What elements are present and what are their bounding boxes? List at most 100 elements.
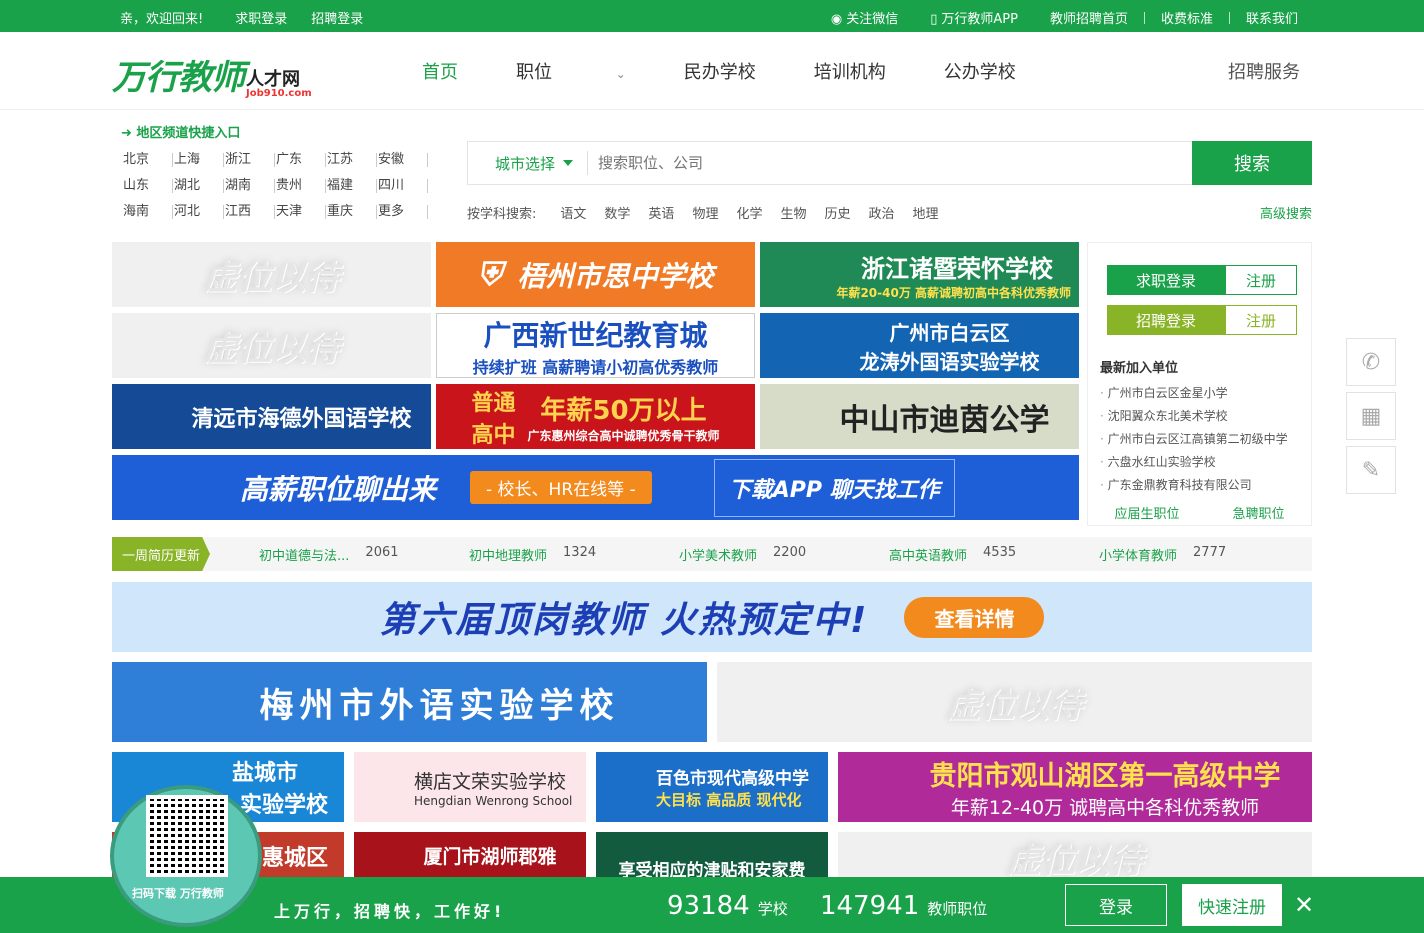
new-unit-item[interactable]: 广州市白云区金星小学 [1100, 382, 1311, 405]
search-input[interactable] [588, 143, 1192, 183]
edit-icon[interactable]: ✎ [1346, 446, 1396, 494]
weekly-item[interactable]: 小学体育教师 2777 [1099, 545, 1309, 564]
ad-top-teacher[interactable]: 第六届顶岗教师 火热预定中! 查看详情 [112, 582, 1312, 652]
new-unit-item[interactable]: 六盘水红山实验学校 [1100, 451, 1311, 474]
site-logo[interactable]: 万行教师 人才网 Job910.com [112, 50, 312, 99]
qr-caption: 扫码下载 万行教师 [132, 887, 224, 900]
teacher-recruit-home-link[interactable]: 教师招聘首页 [1034, 8, 1144, 27]
vacant-ad[interactable]: 虚位以待 [838, 832, 1312, 882]
region-city-link[interactable]: 重庆 [326, 205, 377, 219]
subject-search-label: 按学科搜索: [467, 207, 537, 222]
subject-link[interactable]: 历史 [824, 203, 850, 222]
new-units-list: 广州市白云区金星小学沈阳翼众东北美术学校广州市白云区江高镇第二初级中学六盘水红山… [1100, 382, 1311, 497]
app-link[interactable]: ▯ 万行教师APP [914, 8, 1034, 27]
view-details-button[interactable]: 查看详情 [904, 596, 1045, 638]
nav-jobs[interactable]: 职位 ⌄ [516, 58, 626, 84]
weekly-item-name: 小学体育教师 [1099, 548, 1178, 564]
region-city-link[interactable]: 上海 [173, 153, 224, 167]
nav-training[interactable]: 培训机构 [814, 58, 886, 84]
fees-link[interactable]: 收费标准 [1145, 8, 1229, 27]
recruiter-login-link[interactable]: 招聘登录 [299, 8, 375, 27]
weekly-item[interactable]: 高中英语教师 4535 [889, 545, 1099, 564]
nav-public-schools[interactable]: 公办学校 [944, 58, 1016, 84]
phone-icon[interactable]: ✆ [1346, 338, 1396, 386]
weekly-item[interactable]: 小学美术教师 2200 [679, 545, 889, 564]
subject-link[interactable]: 物理 [692, 203, 718, 222]
vacant-ad[interactable]: 虚位以待 [112, 313, 431, 378]
urgent-jobs-link[interactable]: 急聘职位 [1232, 503, 1284, 522]
ad-qingyuan[interactable]: 清远市海德外国语学校 [112, 384, 431, 449]
ad-baiyun[interactable]: 广州市白云区 龙涛外国语实验学校 [760, 313, 1079, 378]
ad-huizhou[interactable]: 普通 高中 年薪50万以上 广东惠州综合高中诚聘优秀骨干教师 [436, 384, 755, 449]
search-button[interactable]: 搜索 [1192, 141, 1312, 185]
vacant-ad[interactable]: 虚位以待 [717, 662, 1312, 742]
subject-link[interactable]: 化学 [736, 203, 762, 222]
nav-home[interactable]: 首页 [422, 58, 458, 84]
subject-link[interactable]: 地理 [913, 203, 939, 222]
weekly-resume-updates: 一周简历更新 初中道德与法... 2061 初中地理教师 1324 小学美术教师 2200… [112, 537, 1312, 571]
recruiter-login-button[interactable]: 招聘登录 [1107, 305, 1225, 335]
weekly-item-count: 1324 [563, 544, 597, 560]
region-city-link[interactable]: 广东 [275, 153, 326, 167]
region-city-link[interactable]: 贵州 [275, 179, 326, 193]
job-seeker-login-link[interactable]: 求职登录 [223, 8, 299, 27]
graduate-jobs-link[interactable]: 应届生职位 [1114, 503, 1179, 522]
subject-link[interactable]: 英语 [648, 203, 674, 222]
region-city-link[interactable]: 河北 [173, 205, 224, 219]
quick-register-button[interactable]: 快速注册 [1182, 884, 1282, 926]
ad-wuzhou[interactable]: ⛨ 梧州市思中学校 [436, 242, 755, 307]
region-city-link[interactable]: 湖北 [173, 179, 224, 193]
subject-link[interactable]: 生物 [780, 203, 806, 222]
region-city-link[interactable]: 安徽 [377, 153, 428, 167]
region-city-link[interactable]: 山东 [122, 179, 173, 193]
new-unit-item[interactable]: 广州市白云区江高镇第二初级中学 [1100, 428, 1311, 451]
region-city-link[interactable]: 北京 [122, 153, 173, 167]
subject-link[interactable]: 语文 [560, 203, 586, 222]
ad-xiamen[interactable]: 厦门市湖师郡雅 [354, 832, 586, 882]
region-city-link[interactable]: 海南 [122, 205, 173, 219]
ad-hengdian[interactable]: 横店文荣实验学校 Hengdian Wenrong School [354, 752, 586, 822]
recruit-service-link[interactable]: 招聘服务 [1228, 58, 1300, 84]
subject-search: 按学科搜索: 语文 数学 英语 物理 化学 生物 历史 政治 地理 [467, 203, 957, 222]
new-units-title: 最新加入单位 [1100, 361, 1179, 376]
ad-app-download[interactable]: 高薪职位聊出来 - 校长、HR在线等 - 下载APP 聊天找工作 [112, 455, 1079, 520]
app-qr-bubble[interactable]: 扫码下载 万行教师 [110, 785, 262, 927]
weekly-item[interactable]: 初中地理教师 1324 [469, 545, 679, 564]
wechat-icon: ◉ [830, 12, 843, 27]
vacant-ad[interactable]: 虚位以待 [112, 242, 431, 307]
region-city-link[interactable]: 福建 [326, 179, 377, 193]
region-city-link[interactable]: 湖南 [224, 179, 275, 193]
job-seeker-login-button[interactable]: 求职登录 [1107, 265, 1225, 295]
region-city-link[interactable]: 四川 [377, 179, 428, 193]
ad-zhongshan[interactable]: 中山市迪茵公学 [760, 384, 1079, 449]
close-icon[interactable]: ✕ [1294, 891, 1314, 919]
subject-link[interactable]: 政治 [869, 203, 895, 222]
ad-guangxi[interactable]: 广西新世纪教育城 持续扩班 高薪聘请小初高优秀教师 [436, 313, 755, 378]
ad-meizhou[interactable]: 梅州市外语实验学校 [112, 662, 707, 742]
weekly-item-name: 初中地理教师 [469, 548, 548, 564]
subject-link[interactable]: 数学 [604, 203, 630, 222]
bottom-login-button[interactable]: 登录 [1065, 884, 1167, 926]
job-seeker-register-button[interactable]: 注册 [1225, 265, 1297, 295]
region-city-link[interactable]: 江西 [224, 205, 275, 219]
weekly-item[interactable]: 初中道德与法... 2061 [259, 545, 469, 564]
region-city-link[interactable]: 浙江 [224, 153, 275, 167]
new-unit-item[interactable]: 广东金鼎教育科技有限公司 [1100, 474, 1311, 497]
ad-allowance[interactable]: 享受相应的津贴和安家费 [596, 832, 828, 882]
ad-zhuji[interactable]: 浙江诸暨荣怀学校 年薪20-40万 高薪诚聘初高中各科优秀教师 [760, 242, 1079, 307]
contact-link[interactable]: 联系我们 [1230, 8, 1314, 27]
advanced-search-link[interactable]: 高级搜索 [1260, 203, 1312, 222]
qr-code-icon[interactable]: ▦ [1346, 392, 1396, 440]
welcome-text: 亲，欢迎回来! [120, 12, 204, 27]
recruiter-register-button[interactable]: 注册 [1225, 305, 1297, 335]
region-city-link[interactable]: 天津 [275, 205, 326, 219]
wechat-link[interactable]: ◉ 关注微信 [815, 8, 914, 27]
nav-private-schools[interactable]: 民办学校 [684, 58, 756, 84]
ad-guiyang[interactable]: 贵阳市观山湖区第一高级中学 年薪12-40万 诚聘高中各科优秀教师 [838, 752, 1312, 822]
jobs-stat: 147941 教师职位 [820, 891, 988, 921]
region-city-link[interactable]: 江苏 [326, 153, 377, 167]
ad-baise[interactable]: 百色市现代高级中学 大目标 高品质 现代化 [596, 752, 828, 822]
region-city-link[interactable]: 更多 [377, 205, 428, 219]
city-select[interactable]: 城市选择 [468, 153, 587, 174]
new-unit-item[interactable]: 沈阳翼众东北美术学校 [1100, 405, 1311, 428]
